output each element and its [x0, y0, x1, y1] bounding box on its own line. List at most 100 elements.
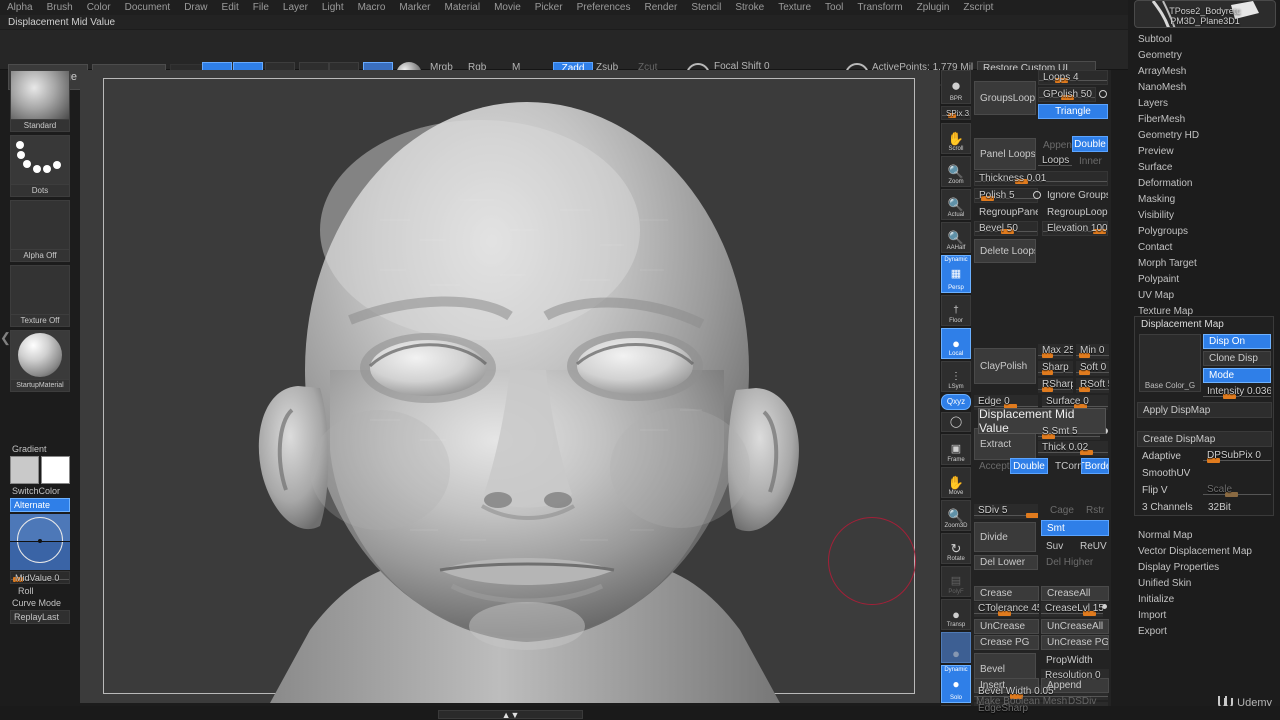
local-pivot-button[interactable]: ● Local	[941, 328, 971, 359]
menu-item-movie[interactable]: Movie	[487, 0, 528, 15]
transparency-button[interactable]: ● Transp	[941, 599, 971, 630]
menu-item-edit[interactable]: Edit	[215, 0, 246, 15]
tool-section-morph-target[interactable]: Morph Target	[1128, 256, 1280, 272]
rsoft-slider[interactable]: RSoft 5	[1076, 378, 1109, 393]
dpsubpix-slider[interactable]: DPSubPix 0	[1203, 449, 1271, 464]
bevel50-slider[interactable]: Bevel 50	[974, 221, 1038, 236]
suv-button[interactable]: Suv	[1041, 539, 1073, 553]
tool-section-display-properties[interactable]: Display Properties	[1128, 560, 1280, 576]
ctolerance-slider[interactable]: CTolerance 45	[974, 602, 1039, 617]
uncrease-all-button[interactable]: UnCreaseAll	[1041, 619, 1109, 634]
tool-section-arraymesh[interactable]: ArrayMesh	[1128, 64, 1280, 80]
uncrease-pg-button[interactable]: UnCrease PG	[1041, 635, 1109, 650]
menu-item-alpha[interactable]: Alpha	[0, 0, 40, 15]
switch-color-button[interactable]: SwitchColor	[10, 484, 70, 498]
alternate-button[interactable]: Alternate	[10, 498, 70, 512]
solo-button[interactable]: Dynamic ● Solo	[941, 665, 971, 703]
replay-last-button[interactable]: ReplayLast	[10, 610, 70, 624]
tool-section-initialize[interactable]: Initialize	[1128, 592, 1280, 608]
current-tool-thumbnail[interactable]: TPose2_Bodyretc PM3D_Plane3D1	[1134, 0, 1276, 28]
rsharp-slider[interactable]: RSharp	[1038, 378, 1073, 393]
tool-section-fibermesh[interactable]: FiberMesh	[1128, 112, 1280, 128]
tool-section-contact[interactable]: Contact	[1128, 240, 1280, 256]
inner-toggle[interactable]: Inner	[1074, 154, 1108, 168]
intensity-slider[interactable]: Intensity 0.0367	[1203, 385, 1271, 400]
regroup-panels-button[interactable]: RegroupPanels	[974, 205, 1038, 220]
brush-selector[interactable]: Standard	[10, 70, 70, 132]
divide-button[interactable]: Divide	[974, 522, 1036, 552]
menu-item-file[interactable]: File	[246, 0, 276, 15]
polish-slider[interactable]: Polish 5	[974, 188, 1038, 203]
sharp-slider[interactable]: Sharp	[1038, 361, 1073, 376]
triangle-button[interactable]: Triangle	[1038, 104, 1108, 119]
sdiv-slider[interactable]: SDiv 5	[974, 504, 1038, 519]
loops2-slider[interactable]: Loops	[1038, 154, 1072, 169]
menu-item-stroke[interactable]: Stroke	[728, 0, 771, 15]
tool-section-vector-displacement-map[interactable]: Vector Displacement Map	[1128, 544, 1280, 560]
clone-disp-button[interactable]: Clone Disp	[1203, 351, 1271, 366]
tool-section-geometry-hd[interactable]: Geometry HD	[1128, 128, 1280, 144]
displacement-map-header[interactable]: Displacement Map	[1135, 317, 1273, 332]
disp-on-button[interactable]: Disp On	[1203, 334, 1271, 349]
menu-item-picker[interactable]: Picker	[528, 0, 570, 15]
roll-button[interactable]: Roll	[10, 584, 70, 597]
local-symmetry-button[interactable]: ⋮ LSym	[941, 361, 971, 392]
menu-item-draw[interactable]: Draw	[177, 0, 214, 15]
menu-item-stencil[interactable]: Stencil	[684, 0, 728, 15]
viewport-canvas[interactable]	[80, 70, 940, 703]
smooth-uv-button[interactable]: SmoothUV	[1137, 466, 1203, 481]
scale-slider[interactable]: Scale	[1203, 483, 1271, 498]
thickness-slider[interactable]: Thickness 0.01	[974, 171, 1108, 186]
regroup-loops-button[interactable]: RegroupLoops	[1042, 205, 1108, 220]
midvalue-slider[interactable]: MidValue 0	[10, 571, 70, 584]
menu-item-zplugin[interactable]: Zplugin	[910, 0, 957, 15]
three-channels-button[interactable]: 3 Channels	[1137, 500, 1203, 515]
prop-width-button[interactable]: PropWidth	[1041, 653, 1109, 667]
adaptive-button[interactable]: Adaptive	[1137, 449, 1203, 464]
menu-item-color[interactable]: Color	[80, 0, 118, 15]
cage-button[interactable]: Cage	[1045, 504, 1075, 517]
primary-color-swatch[interactable]	[10, 456, 39, 484]
create-dispmap-button[interactable]: Create DispMap	[1137, 431, 1272, 447]
actual-size-button[interactable]: 🔍 Actual	[941, 189, 971, 220]
frame-button[interactable]: ▣ Frame	[941, 434, 971, 465]
tool-section-nanomesh[interactable]: NanoMesh	[1128, 80, 1280, 96]
tool-section-polypaint[interactable]: Polypaint	[1128, 272, 1280, 288]
tool-section-polygroups[interactable]: Polygroups	[1128, 224, 1280, 240]
tool-section-geometry[interactable]: Geometry	[1128, 48, 1280, 64]
menu-item-light[interactable]: Light	[315, 0, 351, 15]
floor-grid-button[interactable]: † Floor	[941, 295, 971, 326]
resolution-slider[interactable]: Resolution 0	[1041, 669, 1109, 684]
tool-section-deformation[interactable]: Deformation	[1128, 176, 1280, 192]
tool-section-surface[interactable]: Surface	[1128, 160, 1280, 176]
curve-mode-button[interactable]: Curve Mode	[10, 597, 70, 609]
color-picker[interactable]	[10, 514, 70, 570]
del-higher-button[interactable]: Del Higher	[1041, 555, 1109, 570]
polish-circle-icon[interactable]	[1033, 191, 1041, 199]
menu-item-render[interactable]: Render	[638, 0, 685, 15]
spix-slider[interactable]: SPix 3	[941, 106, 971, 120]
flip-v-button[interactable]: Flip V	[1137, 483, 1203, 498]
rotate-3d-button[interactable]: ↻ Rotate	[941, 533, 971, 564]
menu-item-transform[interactable]: Transform	[850, 0, 909, 15]
mode-button[interactable]: Mode	[1203, 368, 1271, 383]
menu-item-layer[interactable]: Layer	[276, 0, 315, 15]
collapse-left-tray-icon[interactable]: ❮	[0, 330, 11, 346]
del-lower-button[interactable]: Del Lower	[974, 555, 1038, 570]
perspective-button[interactable]: Dynamic ▦ Persp	[941, 255, 971, 293]
menu-item-document[interactable]: Document	[118, 0, 178, 15]
polyframe-button[interactable]: ▤ PolyF	[941, 566, 971, 597]
smt-button[interactable]: Smt	[1041, 520, 1109, 536]
move-button[interactable]: ✋ Move	[941, 467, 971, 498]
menu-item-brush[interactable]: Brush	[40, 0, 80, 15]
gpolish-circle-icon[interactable]	[1099, 90, 1107, 98]
delete-loops-button[interactable]: Delete Loops	[974, 239, 1036, 263]
tool-section-uv-map[interactable]: UV Map	[1128, 288, 1280, 304]
menu-item-tool[interactable]: Tool	[818, 0, 850, 15]
menu-item-preferences[interactable]: Preferences	[570, 0, 638, 15]
alpha-selector[interactable]: Alpha Off	[10, 200, 70, 262]
tool-section-normal-map[interactable]: Normal Map	[1128, 528, 1280, 544]
gpolish-slider[interactable]: GPolish 50	[1038, 87, 1096, 102]
groups-loops-button[interactable]: GroupsLoops	[974, 81, 1036, 115]
tborder-button[interactable]: TBorde	[1081, 458, 1109, 474]
